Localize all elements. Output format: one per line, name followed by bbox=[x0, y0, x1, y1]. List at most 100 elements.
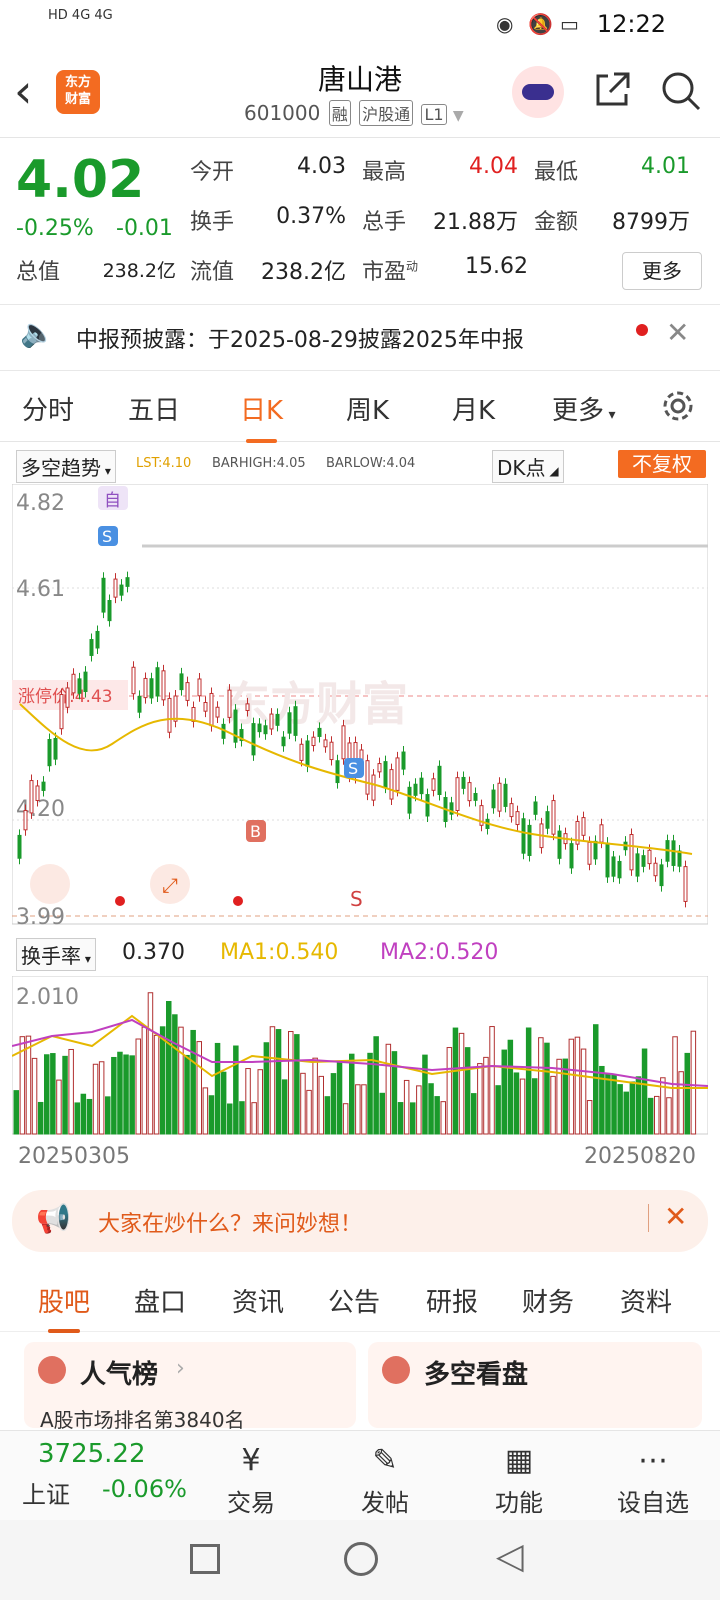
candle bbox=[197, 678, 202, 697]
popularity-card[interactable]: 人气榜 › A股市场排名第3840名 bbox=[24, 1342, 356, 1432]
dk-select[interactable]: DK点 ◢ bbox=[492, 450, 564, 483]
tab-news[interactable]: 资讯 bbox=[232, 1282, 284, 1319]
volume-label: 总手 bbox=[362, 210, 407, 235]
candle bbox=[23, 810, 28, 831]
kline-chart[interactable]: 东方财富 4.82 4.61 4.20 3.99 涨停价:4.43 自 S S … bbox=[12, 484, 708, 936]
candle bbox=[317, 727, 322, 737]
close-icon[interactable]: ✕ bbox=[666, 316, 689, 349]
card-subtitle: A股市场排名第3840名 bbox=[40, 1408, 245, 1432]
indicator-bar: 多空趋势 ▾ LST:4.10 BARHIGH:4.05 BARLOW:4.04… bbox=[0, 446, 720, 483]
candle bbox=[263, 725, 268, 735]
tab-guba[interactable]: 股吧 bbox=[38, 1282, 90, 1333]
candle bbox=[497, 782, 502, 812]
notice-bar[interactable]: 🔈 中报预披露：于2025-08-29披露2025年中报 ✕ bbox=[0, 306, 720, 368]
chevron-down-icon[interactable]: ▼ bbox=[453, 108, 464, 124]
tab-pankou[interactable]: 盘口 bbox=[134, 1282, 186, 1319]
candle bbox=[131, 666, 136, 695]
volume-bar bbox=[251, 1102, 257, 1135]
candle bbox=[551, 800, 556, 835]
volume-bar bbox=[416, 1085, 422, 1135]
tab-more[interactable]: 更多 ▾ bbox=[552, 390, 616, 427]
barlow-value: BARLOW:4.04 bbox=[326, 456, 416, 471]
back-button[interactable]: ◁ bbox=[496, 1536, 524, 1577]
volume-bar bbox=[288, 1031, 294, 1135]
candle bbox=[71, 673, 76, 694]
volume-bar bbox=[452, 1027, 459, 1135]
volume-bar bbox=[611, 1074, 617, 1135]
recents-button[interactable] bbox=[190, 1544, 220, 1574]
candle bbox=[515, 811, 520, 826]
volume-bar bbox=[544, 1042, 550, 1135]
volume-indicator-select[interactable]: 换手率 ▾ bbox=[16, 938, 96, 971]
volume-bar bbox=[580, 1048, 587, 1135]
candle bbox=[473, 793, 478, 801]
nav-functions[interactable]: ▦ 功能 bbox=[464, 1439, 574, 1518]
volume-chart[interactable]: 2.010 bbox=[12, 976, 708, 1136]
collapse-icon[interactable] bbox=[30, 864, 70, 904]
candle bbox=[617, 860, 622, 879]
tab-five-day[interactable]: 五日 bbox=[128, 390, 180, 427]
nav-trade[interactable]: ¥ 交易 bbox=[196, 1439, 306, 1518]
ask-banner[interactable]: 📢 大家在炒什么？来问妙想！ ✕ bbox=[12, 1190, 708, 1252]
candle bbox=[101, 577, 106, 613]
candle bbox=[203, 702, 208, 712]
search-icon[interactable] bbox=[660, 70, 702, 112]
candle bbox=[389, 769, 394, 800]
banner-text: 大家在炒什么？来问妙想！ bbox=[98, 1212, 363, 1237]
candle bbox=[269, 713, 274, 730]
pe-value: 15.62 bbox=[465, 254, 528, 279]
home-button[interactable] bbox=[344, 1542, 378, 1576]
volume-bar bbox=[568, 1038, 575, 1135]
amount-label: 金额 bbox=[534, 210, 579, 235]
tab-profile[interactable]: 资料 bbox=[620, 1282, 672, 1319]
volume-bar bbox=[178, 1026, 184, 1135]
adjust-toggle[interactable]: 不复权 bbox=[618, 450, 706, 478]
candle bbox=[527, 824, 532, 856]
bull-bear-card[interactable]: 多空看盘 bbox=[368, 1342, 702, 1428]
candle bbox=[557, 830, 562, 859]
assistant-avatar[interactable] bbox=[512, 66, 564, 118]
tab-announcements[interactable]: 公告 bbox=[328, 1282, 380, 1319]
volume-bar bbox=[92, 1063, 99, 1135]
candle bbox=[227, 689, 232, 718]
close-icon[interactable]: ✕ bbox=[664, 1200, 687, 1233]
volume-indicator-row: 换手率 ▾ 0.370 MA1:0.540 MA2:0.520 bbox=[0, 936, 720, 972]
candle bbox=[185, 682, 190, 701]
divider bbox=[0, 304, 720, 305]
volume-bar bbox=[349, 1053, 355, 1135]
volume-bar bbox=[324, 1096, 331, 1135]
marker-sell-1: S bbox=[102, 527, 112, 546]
tab-research[interactable]: 研报 bbox=[426, 1282, 478, 1319]
candle bbox=[299, 743, 304, 761]
index-name: 上证 bbox=[22, 1481, 70, 1509]
limit-up-label: 涨停价:4.43 bbox=[18, 687, 113, 707]
tab-daily-k[interactable]: 日K bbox=[240, 390, 283, 443]
tab-monthly-k[interactable]: 月K bbox=[452, 390, 495, 427]
tab-intraday[interactable]: 分时 bbox=[22, 390, 74, 427]
volume-bar bbox=[166, 1000, 172, 1135]
network-indicator: HD 4G 4G bbox=[48, 8, 113, 23]
candle bbox=[89, 639, 94, 656]
tab-finance[interactable]: 财务 bbox=[522, 1282, 574, 1319]
divider bbox=[0, 370, 720, 371]
volume-bar bbox=[513, 1072, 520, 1135]
candle bbox=[161, 670, 166, 701]
speaker-icon: 🔈 bbox=[20, 316, 55, 349]
nav-post[interactable]: ✎ 发帖 bbox=[330, 1439, 440, 1518]
volume-bar bbox=[361, 1084, 367, 1135]
volume-bar bbox=[654, 1095, 660, 1135]
volume-bar bbox=[666, 1097, 672, 1135]
more-quote-button[interactable]: 更多 bbox=[622, 252, 702, 290]
volume-bar bbox=[690, 1030, 697, 1135]
candle bbox=[569, 843, 574, 869]
candle bbox=[635, 853, 640, 877]
indicator-select[interactable]: 多空趋势 ▾ bbox=[16, 450, 116, 483]
float-value: 238.2亿 bbox=[261, 260, 346, 285]
gear-icon[interactable] bbox=[660, 388, 696, 424]
nav-add-watchlist[interactable]: ⋯ 设自选 bbox=[598, 1439, 708, 1518]
candle bbox=[461, 776, 466, 789]
share-icon[interactable] bbox=[592, 70, 632, 110]
candle bbox=[653, 862, 658, 877]
tab-weekly-k[interactable]: 周K bbox=[346, 390, 389, 427]
volume-bar bbox=[220, 1071, 227, 1135]
